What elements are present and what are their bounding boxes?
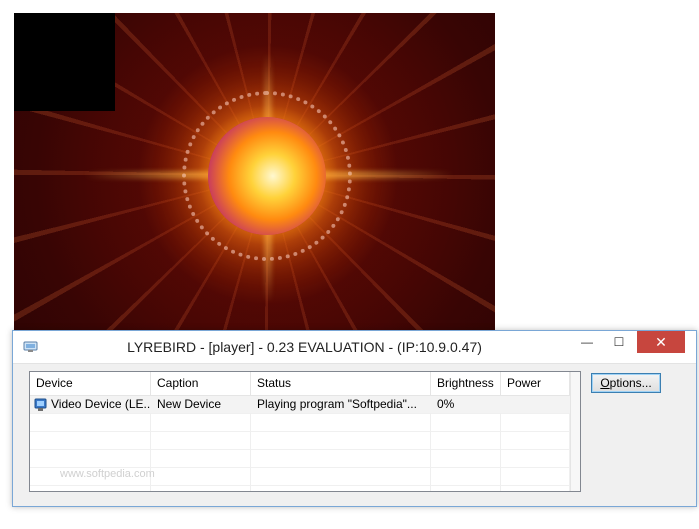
device-list[interactable]: Device Caption Status Brightness Power V… xyxy=(29,371,581,492)
column-header-brightness[interactable]: Brightness xyxy=(431,372,501,395)
lyrebird-window: LYREBIRD - [player] - 0.23 EVALUATION - … xyxy=(12,330,697,507)
title-bar[interactable]: LYREBIRD - [player] - 0.23 EVALUATION - … xyxy=(13,331,696,364)
app-monitor-icon[interactable] xyxy=(23,340,39,354)
column-header-device[interactable]: Device xyxy=(30,372,151,395)
device-monitor-icon xyxy=(34,398,47,411)
maximize-button[interactable]: ☐ xyxy=(605,331,633,353)
device-list-header: Device Caption Status Brightness Power xyxy=(30,372,570,396)
device-name: Video Device (LE... xyxy=(51,397,151,411)
watermark: www.softpedia.com xyxy=(60,468,155,480)
caption-cell: New Device xyxy=(157,397,222,411)
status-cell: Playing program "Softpedia"... xyxy=(257,397,417,411)
minimize-button[interactable]: — xyxy=(573,331,601,353)
close-button[interactable]: ✕ xyxy=(637,331,685,353)
options-button[interactable]: Options... xyxy=(591,373,661,393)
options-label: ptions... xyxy=(609,376,652,390)
column-header-power[interactable]: Power xyxy=(501,372,570,395)
device-cell: Video Device (LE... xyxy=(30,396,151,413)
power-cell xyxy=(501,396,570,413)
options-accelerator: O xyxy=(600,376,610,390)
vertical-scrollbar[interactable] xyxy=(570,372,580,491)
video-black-region xyxy=(14,13,115,111)
window-title: LYREBIRD - [player] - 0.23 EVALUATION - … xyxy=(127,339,482,355)
brightness-cell: 0% xyxy=(437,397,455,411)
table-row[interactable]: Video Device (LE... New Device Playing p… xyxy=(30,396,570,413)
video-globe xyxy=(208,117,326,235)
column-header-status[interactable]: Status xyxy=(251,372,431,395)
column-header-caption[interactable]: Caption xyxy=(151,372,251,395)
video-preview xyxy=(14,13,495,335)
